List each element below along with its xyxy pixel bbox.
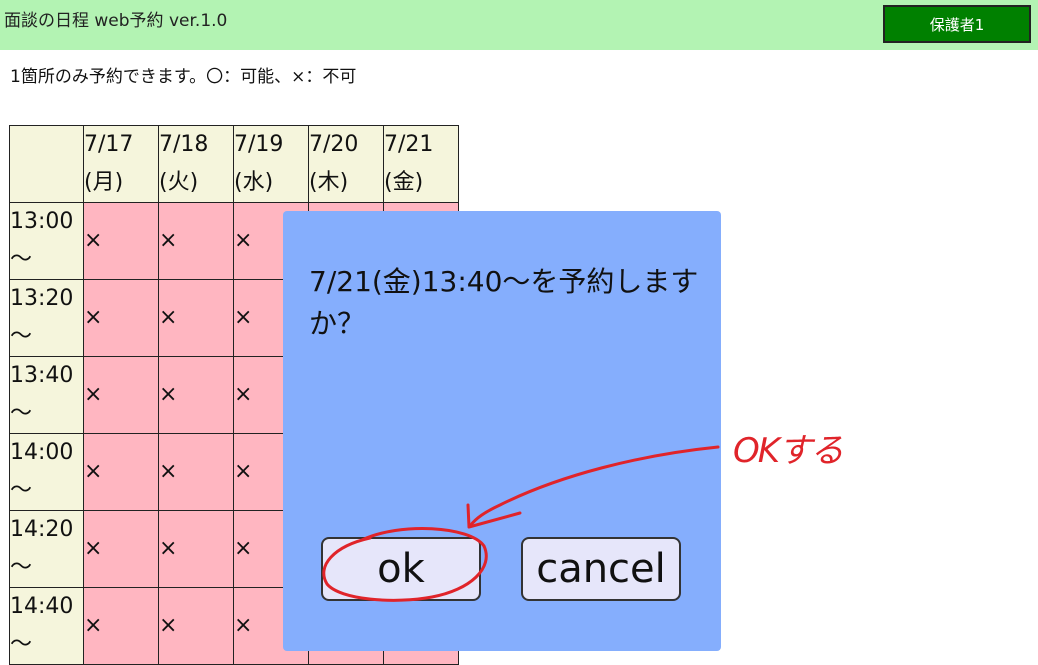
slot-mark: ×	[159, 305, 178, 330]
tilde-label: ～	[10, 478, 33, 503]
slot-mark: ×	[159, 382, 178, 407]
slot-cell[interactable]: ×	[158, 510, 234, 588]
slot-cell[interactable]: ×	[83, 202, 159, 280]
slot-cell[interactable]: ×	[83, 510, 159, 588]
slot-mark: ×	[159, 228, 178, 253]
time-label: 14:00	[10, 440, 74, 465]
slot-cell[interactable]: ×	[83, 587, 159, 665]
tilde-label: ～	[10, 401, 33, 426]
tilde-label: ～	[10, 247, 33, 272]
slot-cell[interactable]: ×	[83, 356, 159, 434]
annotation-note: OKする	[733, 431, 844, 471]
date-header: 7/17 (月)	[83, 125, 159, 203]
time-cell: 14:40 ～	[9, 587, 84, 665]
slot-mark: ×	[159, 459, 178, 484]
day-label: (月)	[84, 170, 124, 195]
date-header-row: 7/17 (月) 7/18 (火) 7/19 (水) 7/20 (木) 7/21 (金)	[9, 125, 459, 203]
slot-cell[interactable]: ×	[83, 279, 159, 357]
date-label: 7/21	[384, 132, 434, 157]
dialog-message: 7/21(金)13:40～を予約しますか？	[309, 265, 699, 340]
date-header: 7/21 (金)	[383, 125, 459, 203]
slot-mark: ×	[84, 382, 103, 407]
confirm-dialog: 7/21(金)13:40～を予約しますか？ ok cancel	[283, 211, 721, 651]
date-label: 7/20	[309, 132, 359, 157]
time-label: 13:00	[10, 209, 74, 234]
slot-cell[interactable]: ×	[158, 202, 234, 280]
slot-cell[interactable]: ×	[158, 279, 234, 357]
header-bar: 面談の日程 web予約 ver.1.0 保護者1	[0, 0, 1038, 50]
app-title: 面談の日程 web予約 ver.1.0	[4, 11, 228, 31]
user-button[interactable]: 保護者1	[883, 5, 1031, 43]
tilde-label: ～	[10, 632, 33, 657]
ok-button[interactable]: ok	[321, 537, 481, 601]
day-label: (木)	[309, 170, 349, 195]
slot-mark: ×	[84, 536, 103, 561]
slot-cell[interactable]: ×	[83, 433, 159, 511]
slot-mark: ×	[84, 613, 103, 638]
time-cell: 13:40 ～	[9, 356, 84, 434]
slot-mark: ×	[84, 228, 103, 253]
slot-mark: ×	[84, 459, 103, 484]
slot-cell[interactable]: ×	[158, 587, 234, 665]
cancel-button[interactable]: cancel	[521, 537, 681, 601]
slot-cell[interactable]: ×	[158, 433, 234, 511]
date-label: 7/19	[234, 132, 284, 157]
date-label: 7/18	[159, 132, 209, 157]
tilde-label: ～	[10, 555, 33, 580]
slot-mark: ×	[159, 536, 178, 561]
slot-mark: ×	[84, 305, 103, 330]
date-header: 7/18 (火)	[158, 125, 234, 203]
time-cell: 13:00 ～	[9, 202, 84, 280]
time-label: 13:40	[10, 363, 74, 388]
time-label: 13:20	[10, 286, 74, 311]
notice-text: 1箇所のみ予約できます。〇：可能、×：不可	[10, 67, 357, 87]
time-cell: 13:20 ～	[9, 279, 84, 357]
slot-mark: ×	[159, 613, 178, 638]
time-label: 14:20	[10, 517, 74, 542]
date-header: 7/19 (水)	[233, 125, 309, 203]
day-label: (水)	[234, 170, 274, 195]
time-cell: 14:20 ～	[9, 510, 84, 588]
day-label: (金)	[384, 170, 424, 195]
slot-cell[interactable]: ×	[158, 356, 234, 434]
time-label: 14:40	[10, 594, 74, 619]
date-label: 7/17	[84, 132, 134, 157]
corner-cell	[9, 125, 84, 203]
date-header: 7/20 (木)	[308, 125, 384, 203]
tilde-label: ～	[10, 324, 33, 349]
day-label: (火)	[159, 170, 199, 195]
time-cell: 14:00 ～	[9, 433, 84, 511]
